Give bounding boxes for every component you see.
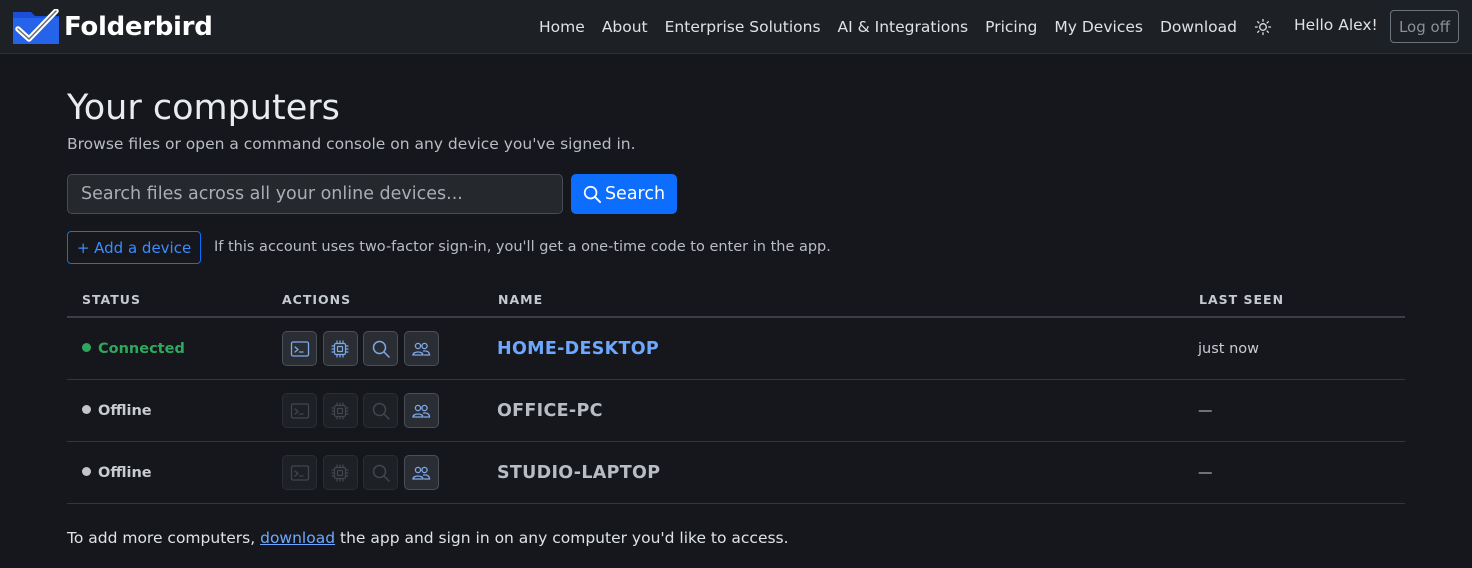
last-seen: — bbox=[1198, 402, 1213, 419]
last-seen: just now bbox=[1198, 340, 1259, 357]
table-row: Offline STUDIO-LAPTOP — bbox=[67, 442, 1405, 504]
navbar: Folderbird Home About Enterprise Solutio… bbox=[0, 0, 1472, 54]
people-icon bbox=[412, 342, 431, 356]
log-off-button[interactable]: Log off bbox=[1390, 10, 1459, 43]
terminal-icon bbox=[290, 464, 309, 481]
search-device-button bbox=[363, 393, 398, 428]
add-device-button[interactable]: + Add a device bbox=[67, 231, 201, 264]
sun-icon[interactable] bbox=[1254, 18, 1272, 36]
search-icon bbox=[372, 402, 390, 420]
open-console-button bbox=[282, 455, 317, 490]
nav-about[interactable]: About bbox=[602, 18, 648, 36]
download-link[interactable]: download bbox=[260, 529, 335, 547]
open-console-button[interactable] bbox=[282, 331, 317, 366]
status-dot-icon bbox=[82, 405, 91, 414]
share-device-button[interactable] bbox=[403, 393, 439, 428]
people-icon bbox=[412, 404, 431, 418]
status-text: Offline bbox=[98, 464, 152, 481]
device-name: OFFICE-PC bbox=[497, 400, 603, 421]
search-device-button bbox=[363, 455, 398, 490]
search-icon bbox=[372, 464, 390, 482]
cpu-icon bbox=[331, 463, 349, 482]
status-badge: Offline bbox=[82, 465, 152, 481]
system-info-button[interactable] bbox=[322, 331, 358, 366]
header-last-seen: LAST SEEN bbox=[1199, 292, 1285, 307]
people-icon bbox=[412, 466, 431, 480]
open-console-button bbox=[282, 393, 317, 428]
page-title: Your computers bbox=[67, 88, 340, 128]
folderbird-logo-icon bbox=[13, 9, 59, 44]
device-name: STUDIO-LAPTOP bbox=[497, 462, 661, 483]
terminal-icon bbox=[290, 340, 309, 357]
status-dot-icon bbox=[82, 343, 91, 352]
table-row: Offline OFFICE-PC — bbox=[67, 380, 1405, 442]
devices-table: STATUS ACTIONS NAME LAST SEEN Connected … bbox=[67, 280, 1405, 504]
brand-link[interactable]: Folderbird bbox=[12, 9, 213, 45]
search-device-button[interactable] bbox=[363, 331, 398, 366]
header-status: STATUS bbox=[82, 292, 141, 307]
status-badge: Connected bbox=[82, 341, 185, 357]
status-badge: Offline bbox=[82, 403, 152, 419]
footer-text-after: the app and sign in on any computer you'… bbox=[335, 529, 789, 547]
nav-download[interactable]: Download bbox=[1160, 18, 1237, 36]
cpu-icon bbox=[331, 401, 349, 420]
brand-name: Folderbird bbox=[64, 12, 213, 42]
footer-text-before: To add more computers, bbox=[67, 529, 261, 547]
two-factor-hint: If this account uses two-factor sign-in,… bbox=[214, 239, 831, 255]
header-actions: ACTIONS bbox=[282, 292, 352, 307]
page-subtitle: Browse files or open a command console o… bbox=[67, 135, 636, 153]
table-header: STATUS ACTIONS NAME LAST SEEN bbox=[67, 280, 1405, 318]
search-input[interactable] bbox=[67, 174, 563, 214]
user-greeting: Hello Alex! bbox=[1294, 16, 1378, 34]
status-text: Connected bbox=[98, 340, 185, 357]
nav-home[interactable]: Home bbox=[539, 18, 585, 36]
search-icon bbox=[372, 340, 390, 358]
search-button-label: Search bbox=[604, 184, 666, 204]
last-seen: — bbox=[1198, 464, 1213, 481]
table-row: Connected HOME-DESKTOP just now bbox=[67, 318, 1405, 380]
footer-note: To add more computers, download the app … bbox=[67, 529, 789, 547]
device-name-link[interactable]: HOME-DESKTOP bbox=[497, 339, 659, 359]
share-device-button[interactable] bbox=[403, 331, 439, 366]
system-info-button bbox=[322, 455, 358, 490]
terminal-icon bbox=[290, 402, 309, 419]
search-icon bbox=[583, 185, 601, 203]
search-button[interactable]: Search bbox=[571, 174, 677, 214]
nav-my-devices[interactable]: My Devices bbox=[1054, 18, 1143, 36]
status-text: Offline bbox=[98, 402, 152, 419]
header-name: NAME bbox=[498, 292, 544, 307]
system-info-button bbox=[322, 393, 358, 428]
nav-enterprise-solutions[interactable]: Enterprise Solutions bbox=[665, 18, 821, 36]
nav-pricing[interactable]: Pricing bbox=[985, 18, 1037, 36]
nav-ai-integrations[interactable]: AI & Integrations bbox=[838, 18, 969, 36]
status-dot-icon bbox=[82, 467, 91, 476]
cpu-icon bbox=[331, 339, 349, 358]
nav-links: Home About Enterprise Solutions AI & Int… bbox=[522, 0, 1272, 54]
share-device-button[interactable] bbox=[403, 455, 439, 490]
